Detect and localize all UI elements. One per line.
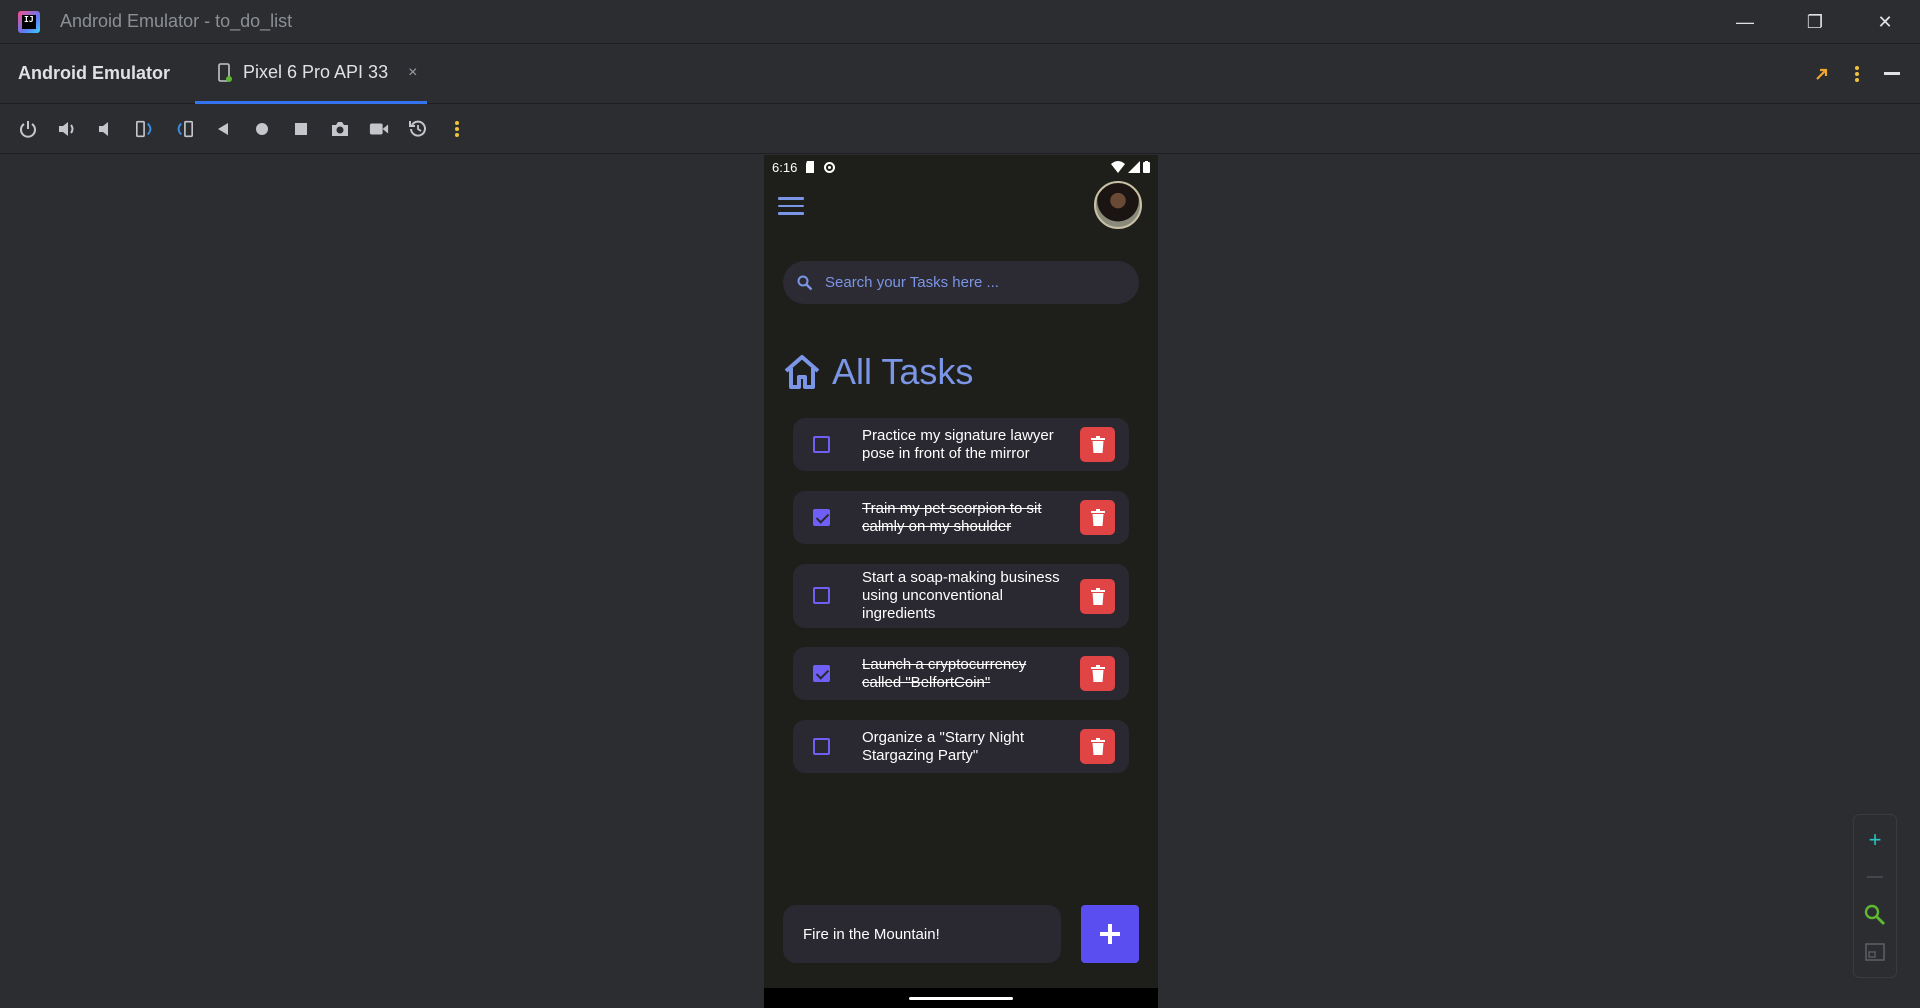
task-checkbox[interactable] <box>813 436 830 453</box>
task-text: Launch a cryptocurrency called "BelfortC… <box>862 655 1027 691</box>
trash-icon <box>1090 665 1105 682</box>
add-task-button[interactable] <box>1081 905 1139 963</box>
task-checkbox-checked[interactable] <box>813 665 830 682</box>
new-task-input[interactable]: Fire in the Mountain! <box>783 905 1061 963</box>
zoom-in-icon[interactable]: + <box>1864 827 1886 852</box>
delete-task-button[interactable] <box>1080 500 1115 535</box>
home-gesture-handle[interactable] <box>909 997 1013 1000</box>
task-checkbox[interactable] <box>813 587 830 604</box>
delete-task-button[interactable] <box>1080 578 1115 614</box>
search-icon <box>797 275 813 290</box>
search-bar[interactable]: Search your Tasks here ... <box>783 261 1139 304</box>
zoom-out-icon[interactable]: — <box>1864 866 1886 888</box>
tool-window-name: Android Emulator <box>18 63 170 83</box>
sd-card-icon <box>806 161 815 173</box>
trash-icon <box>1090 738 1105 755</box>
more-options-icon[interactable] <box>1854 65 1860 83</box>
device-icon <box>218 62 232 82</box>
page-title-text: All Tasks <box>832 351 974 392</box>
reset-icon[interactable] <box>408 119 428 139</box>
intellij-logo-icon <box>18 10 40 33</box>
power-icon[interactable] <box>18 119 38 139</box>
record-icon[interactable] <box>369 119 389 139</box>
zoom-controls: + — <box>1853 814 1897 978</box>
task-item: Train my pet scorpion to sit calmly on m… <box>793 491 1129 544</box>
status-time: 6:16 <box>772 159 798 175</box>
home-icon[interactable] <box>252 119 272 139</box>
task-item: Organize a "Starry Night Stargazing Part… <box>793 720 1129 773</box>
new-task-input-value: Fire in the Mountain! <box>803 925 940 943</box>
home-heading-icon <box>784 355 820 389</box>
avatar[interactable] <box>1094 181 1142 229</box>
tab-bar-actions <box>1814 44 1900 104</box>
menu-icon[interactable] <box>778 197 804 217</box>
device-tab-label: Pixel 6 Pro API 33 <box>243 62 389 82</box>
window-controls: — ❐ ✕ <box>1710 0 1920 44</box>
task-text: Organize a "Starry Night Stargazing Part… <box>862 728 1025 764</box>
emulator-tab-bar: Android Emulator Pixel 6 Pro API 33 × <box>0 44 1920 104</box>
task-item: Start a soap-making business using uncon… <box>793 564 1129 628</box>
rotate-left-icon[interactable] <box>135 119 155 139</box>
close-window-button[interactable]: ✕ <box>1850 0 1920 44</box>
restore-button[interactable]: ❐ <box>1780 0 1850 44</box>
trash-icon <box>1090 509 1105 526</box>
restore-icon: ❐ <box>1806 11 1824 32</box>
trash-icon <box>1090 587 1105 605</box>
window-title-bar: Android Emulator - to_do_list — ❐ ✕ <box>0 0 1920 44</box>
minimize-button[interactable]: — <box>1710 0 1780 44</box>
status-bar: 6:16 <box>764 155 1158 179</box>
delete-task-button[interactable] <box>1080 427 1115 462</box>
more-icon[interactable] <box>447 119 467 139</box>
task-text: Train my pet scorpion to sit calmly on m… <box>862 499 1042 535</box>
back-icon[interactable] <box>213 119 233 139</box>
task-item: Practice my signature lawyer pose in fro… <box>793 418 1129 471</box>
settings-status-icon <box>824 161 836 173</box>
status-right <box>1111 161 1150 173</box>
zoom-fit-icon[interactable] <box>1864 941 1886 963</box>
close-icon: ✕ <box>1877 11 1893 32</box>
minimize-icon: — <box>1736 11 1754 32</box>
rotate-right-icon[interactable] <box>174 119 194 139</box>
task-item: Launch a cryptocurrency called "BelfortC… <box>793 647 1129 700</box>
emulator-toolbar <box>0 104 1920 154</box>
wifi-icon <box>1111 161 1125 173</box>
overview-icon[interactable] <box>291 119 311 139</box>
battery-icon <box>1143 161 1150 173</box>
float-window-icon[interactable] <box>1814 66 1830 82</box>
delete-task-button[interactable] <box>1080 729 1115 764</box>
search-input[interactable]: Search your Tasks here ... <box>825 274 999 291</box>
zoom-actual-icon[interactable] <box>1864 904 1886 926</box>
delete-task-button[interactable] <box>1080 656 1115 691</box>
volume-up-icon[interactable] <box>57 119 77 139</box>
tab-close-button[interactable]: × <box>408 64 417 82</box>
signal-icon <box>1128 161 1140 173</box>
tab-pixel-6-pro[interactable]: Pixel 6 Pro API 33 × <box>195 44 427 104</box>
gesture-nav-bar <box>764 988 1158 1008</box>
hide-panel-icon[interactable] <box>1884 72 1900 76</box>
device-screen[interactable]: 6:16 Search your Tasks here ... All Task… <box>764 155 1158 1008</box>
volume-down-icon[interactable] <box>96 119 116 139</box>
task-checkbox[interactable] <box>813 738 830 755</box>
task-text: Start a soap-making business using uncon… <box>862 569 1060 622</box>
page-title: All Tasks <box>782 351 973 393</box>
camera-icon[interactable] <box>330 119 350 139</box>
window-title: Android Emulator - to_do_list <box>60 11 293 31</box>
task-checkbox-checked[interactable] <box>813 509 830 526</box>
task-text: Practice my signature lawyer pose in fro… <box>862 426 1054 462</box>
plus-icon <box>1100 924 1120 944</box>
trash-icon <box>1090 436 1105 453</box>
